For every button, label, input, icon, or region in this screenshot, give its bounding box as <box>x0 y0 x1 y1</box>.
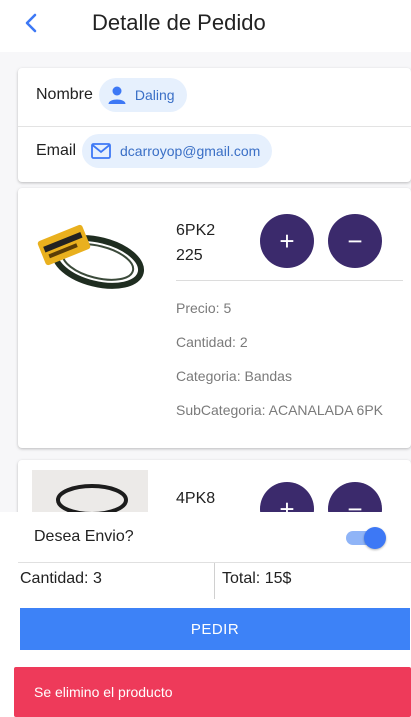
product-name: 4PK8 <box>176 490 216 507</box>
name-value: Daling <box>134 87 175 103</box>
email-row: Email dcarroyop@gmail.com <box>36 134 273 168</box>
shipping-label: Desea Envio? <box>34 528 134 545</box>
product-quantity: Cantidad: 2 <box>176 334 248 350</box>
page-title: Detalle de Pedido <box>92 10 266 35</box>
product-divider <box>176 280 403 281</box>
person-icon <box>108 86 126 104</box>
total-quantity: Cantidad: 3 <box>20 570 102 587</box>
add-quantity-button[interactable]: + <box>260 482 314 512</box>
belt-product-image <box>32 470 148 512</box>
total-amount: Total: 15$ <box>222 570 292 587</box>
shipping-toggle[interactable] <box>344 527 388 549</box>
product-price: Precio: 5 <box>176 300 232 316</box>
belt-product-image <box>37 224 145 289</box>
chevron-left-icon <box>25 13 37 33</box>
remove-quantity-button[interactable]: − <box>328 482 382 512</box>
back-button[interactable] <box>20 8 44 38</box>
name-label: Nombre <box>36 86 93 103</box>
order-content[interactable]: Nombre Daling Email dcarroyop@gmail.com <box>0 52 411 512</box>
totals-separator <box>214 563 215 599</box>
app-header: Detalle de Pedido <box>0 0 411 52</box>
divider <box>18 126 411 127</box>
product-subcategory: SubCategoria: ACANALADA 6PK <box>176 402 384 418</box>
product-card: 6PK2 225 + − Precio: 5 Cantidad: 2 Categ… <box>18 188 411 448</box>
add-quantity-button[interactable]: + <box>260 214 314 268</box>
snackbar-toast: Se elimino el producto <box>14 667 411 717</box>
product-name: 6PK2 225 <box>176 222 216 264</box>
mail-icon <box>91 143 111 159</box>
email-label: Email <box>36 142 77 159</box>
remove-quantity-button[interactable]: − <box>328 214 382 268</box>
email-value: dcarroyop@gmail.com <box>120 143 261 159</box>
product-card: 4PK8 + − <box>18 460 411 512</box>
toggle-knob <box>364 527 386 549</box>
email-chip[interactable]: dcarroyop@gmail.com <box>82 134 273 168</box>
user-info-card: Nombre Daling Email dcarroyop@gmail.com <box>18 68 411 182</box>
product-category: Categoria: Bandas <box>176 368 292 384</box>
name-chip[interactable]: Daling <box>98 78 187 112</box>
order-button[interactable]: PEDIR <box>20 608 410 650</box>
name-row: Nombre Daling <box>36 78 187 112</box>
